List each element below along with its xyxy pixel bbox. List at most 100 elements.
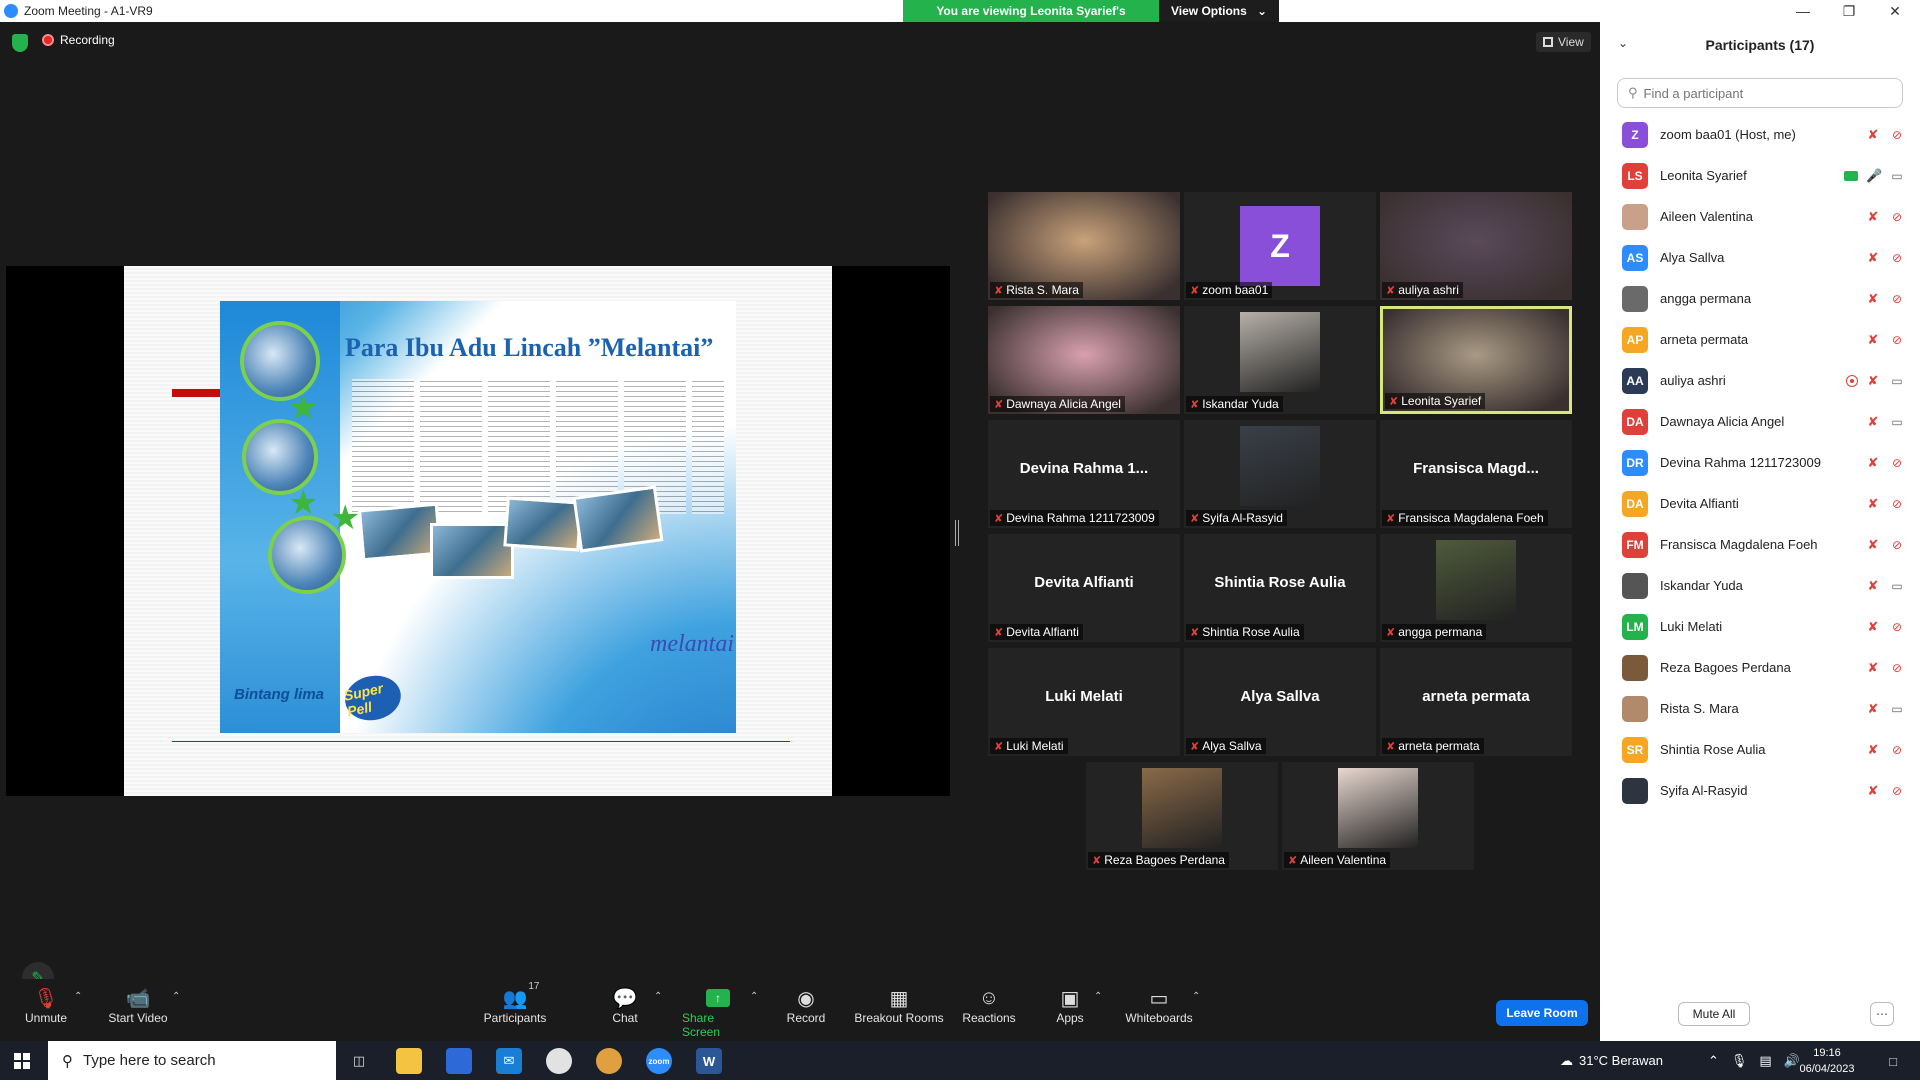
shared-screen[interactable]: Para Ibu Adu Lincah ”Melantai” ★ ★ ★ Bin… bbox=[6, 266, 950, 796]
mic-muted-icon[interactable]: ✘ bbox=[1866, 332, 1880, 348]
participant-row[interactable]: DA Devita Alfianti ✘ ⊘ bbox=[1600, 483, 1920, 524]
file-explorer-icon[interactable] bbox=[396, 1048, 422, 1074]
video-icon[interactable]: ▭ bbox=[1888, 415, 1906, 429]
participant-row[interactable]: angga permana ✘ ⊘ bbox=[1600, 278, 1920, 319]
participant-row[interactable]: FM Fransisca Magdalena Foeh ✘ ⊘ bbox=[1600, 524, 1920, 565]
mic-muted-icon[interactable]: ✘ bbox=[1866, 742, 1880, 758]
video-tile[interactable]: ✘ Reza Bagoes Perdana bbox=[1086, 762, 1278, 870]
video-tile[interactable]: Shintia Rose Aulia ✘ Shintia Rose Aulia bbox=[1184, 534, 1376, 642]
apps-button[interactable]: ▣ Apps bbox=[1054, 985, 1086, 1026]
participant-row[interactable]: Iskandar Yuda ✘ ▭ bbox=[1600, 565, 1920, 606]
video-off-icon[interactable]: ⊘ bbox=[1888, 292, 1906, 306]
video-off-icon[interactable]: ⊘ bbox=[1888, 456, 1906, 470]
video-off-icon[interactable]: ⊘ bbox=[1888, 661, 1906, 675]
video-tile[interactable]: Devina Rahma 1... ✘ Devina Rahma 121172300… bbox=[988, 420, 1180, 528]
video-off-icon[interactable]: ⊘ bbox=[1888, 333, 1906, 347]
video-tile[interactable]: Alya Sallva ✘ Alya Sallva bbox=[1184, 648, 1376, 756]
share-screen-button[interactable]: ↑ Share Screen bbox=[682, 985, 754, 1039]
tray-chevron-icon[interactable]: ⌃ bbox=[1708, 1053, 1719, 1069]
taskbar-search[interactable]: ⚲ Type here to search bbox=[48, 1041, 336, 1080]
chat-button[interactable]: 💬 Chat bbox=[610, 985, 640, 1026]
participants-button[interactable]: 👥 17 Participants bbox=[480, 981, 550, 1025]
windows-start-icon[interactable] bbox=[14, 1053, 30, 1069]
microphone-icon[interactable]: 🎙 bbox=[1731, 1053, 1748, 1069]
participant-row[interactable]: AA auliya ashri ✘ ▭ bbox=[1600, 360, 1920, 401]
mic-muted-icon[interactable]: ✘ bbox=[1866, 701, 1880, 717]
video-tile[interactable]: Devita Alfianti ✘ Devita Alfianti bbox=[988, 534, 1180, 642]
mic-muted-icon[interactable]: ✘ bbox=[1866, 578, 1880, 594]
start-video-button[interactable]: 📹 Start Video bbox=[106, 985, 170, 1026]
video-off-icon[interactable]: ⊘ bbox=[1888, 743, 1906, 757]
chat-caret-icon[interactable]: ⌃ bbox=[654, 991, 662, 1002]
view-options-button[interactable]: View Options ⌄ bbox=[1159, 0, 1279, 22]
participant-row[interactable]: Reza Bagoes Perdana ✘ ⊘ bbox=[1600, 647, 1920, 688]
weather-widget[interactable]: ☁ 31°C Berawan bbox=[1560, 1041, 1663, 1080]
mic-muted-icon[interactable]: ✘ bbox=[1866, 783, 1880, 799]
chrome-profile-icon[interactable] bbox=[596, 1048, 622, 1074]
participant-row[interactable]: DA Dawnaya Alicia Angel ✘ ▭ bbox=[1600, 401, 1920, 442]
whiteboards-caret-icon[interactable]: ⌃ bbox=[1192, 991, 1200, 1002]
video-tile[interactable]: ✘ auliya ashri bbox=[1380, 192, 1572, 300]
word-icon[interactable]: W bbox=[696, 1048, 722, 1074]
resize-handle[interactable] bbox=[955, 520, 959, 546]
video-tile[interactable]: Z ✘ zoom baa01 bbox=[1184, 192, 1376, 300]
leave-room-button[interactable]: Leave Room bbox=[1496, 1000, 1588, 1026]
task-view-icon[interactable]: ◫ bbox=[346, 1048, 372, 1074]
mail-icon[interactable]: ✉ bbox=[496, 1048, 522, 1074]
minimize-button[interactable]: — bbox=[1780, 0, 1826, 22]
participant-row[interactable]: Aileen Valentina ✘ ⊘ bbox=[1600, 196, 1920, 237]
participant-row[interactable]: AP arneta permata ✘ ⊘ bbox=[1600, 319, 1920, 360]
video-tile[interactable]: ✘ Leonita Syarief bbox=[1380, 306, 1572, 414]
mic-muted-icon[interactable]: ✘ bbox=[1866, 619, 1880, 635]
mic-icon[interactable]: 🎤 bbox=[1866, 168, 1882, 184]
restore-button[interactable]: ❐ bbox=[1826, 0, 1872, 22]
video-tile[interactable]: Fransisca Magd... ✘ Fransisca Magdalena Fo… bbox=[1380, 420, 1572, 528]
mic-muted-icon[interactable]: ✘ bbox=[1866, 373, 1880, 389]
zoom-taskbar-icon[interactable]: zoom bbox=[646, 1048, 672, 1074]
record-button[interactable]: ◉ Record bbox=[786, 985, 826, 1026]
video-icon[interactable]: ▭ bbox=[1888, 169, 1906, 183]
video-off-icon[interactable]: ⊘ bbox=[1888, 497, 1906, 511]
recording-indicator[interactable]: Recording bbox=[42, 33, 115, 47]
video-tile[interactable]: ✘ Dawnaya Alicia Angel bbox=[988, 306, 1180, 414]
video-off-icon[interactable]: ⊘ bbox=[1888, 538, 1906, 552]
participant-row[interactable]: Zzoom baa01 (Host, me) ✘ ⊘ bbox=[1600, 114, 1920, 155]
participant-search[interactable]: ⚲ bbox=[1617, 78, 1903, 108]
mute-all-button[interactable]: Mute All bbox=[1678, 1002, 1750, 1026]
more-options-icon[interactable]: ⋯ bbox=[1870, 1002, 1894, 1026]
participant-search-input[interactable] bbox=[1643, 85, 1884, 101]
audio-options-caret-icon[interactable]: ⌃ bbox=[74, 991, 82, 1002]
mic-muted-icon[interactable]: ✘ bbox=[1866, 250, 1880, 266]
video-icon[interactable]: ▭ bbox=[1888, 702, 1906, 716]
apps-caret-icon[interactable]: ⌃ bbox=[1094, 991, 1102, 1002]
reactions-button[interactable]: ☺ Reactions bbox=[962, 985, 1016, 1026]
mic-muted-icon[interactable]: ✘ bbox=[1866, 209, 1880, 225]
mic-muted-icon[interactable]: ✘ bbox=[1866, 291, 1880, 307]
view-button[interactable]: View bbox=[1536, 32, 1591, 52]
participant-row[interactable]: AS Alya Sallva ✘ ⊘ bbox=[1600, 237, 1920, 278]
mic-muted-icon[interactable]: ✘ bbox=[1866, 455, 1880, 471]
video-off-icon[interactable]: ⊘ bbox=[1888, 620, 1906, 634]
shield-icon[interactable] bbox=[12, 34, 28, 52]
participant-row[interactable]: SR Shintia Rose Aulia ✘ ⊘ bbox=[1600, 729, 1920, 770]
video-tile[interactable]: Luki Melati ✘ Luki Melati bbox=[988, 648, 1180, 756]
chrome-icon[interactable] bbox=[546, 1048, 572, 1074]
breakout-rooms-button[interactable]: ▦ Breakout Rooms bbox=[854, 985, 944, 1026]
participant-row[interactable]: Rista S. Mara ✘ ▭ bbox=[1600, 688, 1920, 729]
mic-muted-icon[interactable]: ✘ bbox=[1866, 496, 1880, 512]
video-off-icon[interactable]: ⊘ bbox=[1888, 251, 1906, 265]
video-tile[interactable]: ✘ Rista S. Mara bbox=[988, 192, 1180, 300]
mic-muted-icon[interactable]: ✘ bbox=[1866, 660, 1880, 676]
unmute-button[interactable]: 🎙 Unmute bbox=[20, 985, 72, 1026]
video-tile[interactable]: ✘ Syifa Al-Rasyid bbox=[1184, 420, 1376, 528]
video-icon[interactable]: ▭ bbox=[1888, 579, 1906, 593]
network-icon[interactable]: ▤ bbox=[1759, 1053, 1771, 1069]
video-off-icon[interactable]: ⊘ bbox=[1888, 784, 1906, 798]
video-icon[interactable]: ▭ bbox=[1888, 374, 1906, 388]
whiteboards-button[interactable]: ▭ Whiteboards bbox=[1124, 985, 1194, 1026]
participant-row[interactable]: Syifa Al-Rasyid ✘ ⊘ bbox=[1600, 770, 1920, 811]
taskbar-clock[interactable]: 19:16 06/04/2023 bbox=[1797, 1045, 1857, 1077]
video-tile[interactable]: ✘ Aileen Valentina bbox=[1282, 762, 1474, 870]
mic-muted-icon[interactable]: ✘ bbox=[1866, 414, 1880, 430]
video-tile[interactable]: ✘ angga permana bbox=[1380, 534, 1572, 642]
